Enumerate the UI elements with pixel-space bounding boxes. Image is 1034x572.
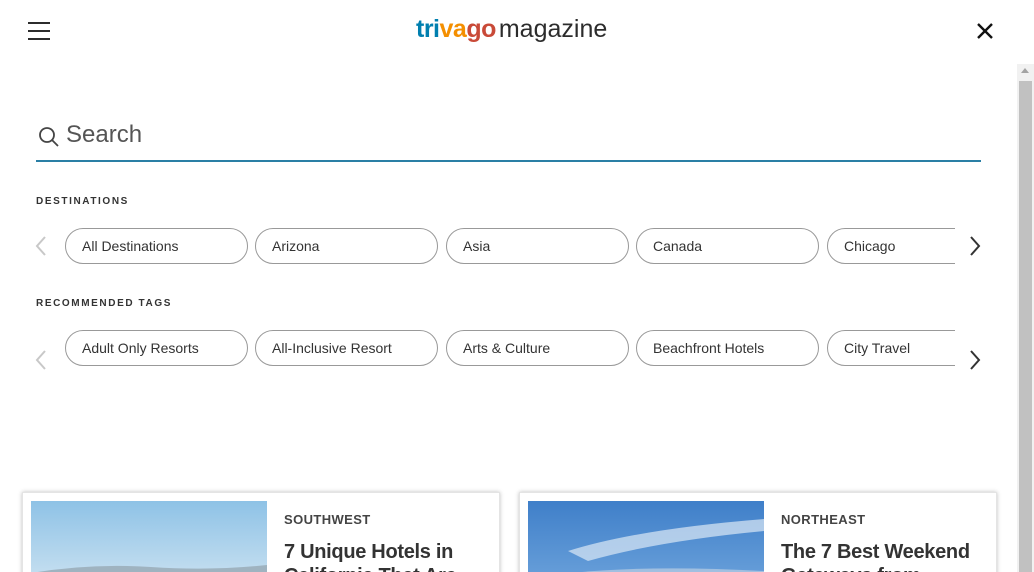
- chevron-right-icon[interactable]: [968, 235, 982, 257]
- article-image[interactable]: [528, 501, 764, 572]
- tag-pill[interactable]: City Travel: [827, 330, 955, 366]
- search-icon: [39, 127, 59, 147]
- article-card[interactable]: SOUTHWEST 7 Unique Hotels in California …: [22, 492, 500, 572]
- scrollbar[interactable]: [1017, 64, 1034, 572]
- destination-pill[interactable]: Chicago: [827, 228, 955, 264]
- menu-icon[interactable]: [28, 22, 50, 42]
- tags-carousel: Adult Only Resorts All-Inclusive Resort …: [30, 329, 1000, 371]
- scroll-up-arrow-icon[interactable]: [1021, 68, 1029, 73]
- destinations-track: All Destinations Arizona Asia Canada Chi…: [65, 227, 955, 267]
- article-category[interactable]: NORTHEAST: [781, 512, 866, 527]
- tag-pill[interactable]: Adult Only Resorts: [65, 330, 248, 366]
- tag-pill[interactable]: All-Inclusive Resort: [255, 330, 438, 366]
- destination-pill[interactable]: Asia: [446, 228, 629, 264]
- search-bar: [36, 108, 981, 162]
- scrollbar-thumb[interactable]: [1019, 81, 1032, 572]
- tag-pill[interactable]: Arts & Culture: [446, 330, 629, 366]
- header: trivago magazine: [0, 0, 1034, 64]
- chevron-left-icon[interactable]: [34, 349, 48, 371]
- chevron-right-icon[interactable]: [968, 349, 982, 371]
- article-image[interactable]: [31, 501, 267, 572]
- article-title[interactable]: 7 Unique Hotels in California That Are: [284, 540, 484, 572]
- article-category[interactable]: SOUTHWEST: [284, 512, 371, 527]
- tags-track: Adult Only Resorts All-Inclusive Resort …: [65, 329, 955, 369]
- tag-pill[interactable]: Beachfront Hotels: [636, 330, 819, 366]
- trivago-magazine-logo[interactable]: trivago magazine: [416, 15, 607, 44]
- destinations-heading: DESTINATIONS: [36, 196, 129, 207]
- recommended-tags-heading: RECOMMENDED TAGS: [36, 298, 172, 309]
- article-card[interactable]: NORTHEAST The 7 Best Weekend Getaways fr…: [519, 492, 997, 572]
- search-input[interactable]: [66, 118, 966, 152]
- destination-pill[interactable]: Canada: [636, 228, 819, 264]
- destination-pill[interactable]: Arizona: [255, 228, 438, 264]
- destination-pill[interactable]: All Destinations: [65, 228, 248, 264]
- article-title[interactable]: The 7 Best Weekend Getaways from: [781, 540, 981, 572]
- chevron-left-icon[interactable]: [34, 235, 48, 257]
- destinations-carousel: All Destinations Arizona Asia Canada Chi…: [30, 227, 1000, 267]
- close-icon[interactable]: [974, 20, 996, 42]
